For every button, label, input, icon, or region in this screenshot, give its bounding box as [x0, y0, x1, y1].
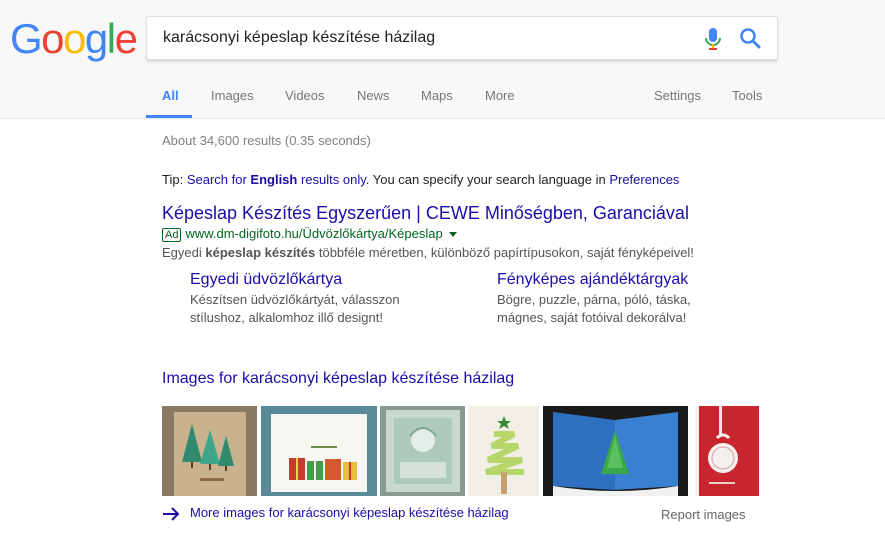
tab-tools[interactable]: Tools — [732, 88, 762, 103]
tip-prefix: Tip: — [162, 172, 187, 187]
tip-english: English — [250, 172, 298, 187]
ad-desc-bold: képeslap készítés — [205, 245, 316, 260]
sitelink-title[interactable]: Egyedi üdvözlőkártya — [190, 271, 450, 289]
logo-letter: e — [114, 15, 138, 62]
image-thumbnail[interactable] — [380, 406, 465, 496]
ad-url-text: www.dm-digifoto.hu/Üdvözlőkártya/Képesla… — [185, 226, 443, 241]
result-stats: About 34,600 results (0.35 seconds) — [162, 133, 371, 148]
tab-maps[interactable]: Maps — [421, 88, 453, 103]
active-tab-indicator — [146, 115, 192, 118]
header-bar: Google All Images Videos News Maps More … — [0, 0, 885, 119]
ad-badge: Ad — [162, 228, 182, 242]
ad-desc-prefix: Egyedi — [162, 245, 206, 260]
microphone-icon[interactable] — [703, 27, 723, 51]
sitelink: Egyedi üdvözlőkártya Készítsen üdvözlőká… — [190, 271, 450, 327]
sitelink-title[interactable]: Fényképes ajándéktárgyak — [497, 271, 757, 289]
ad-title-link[interactable]: Képeslap Készítés Egyszerűen | CEWE Minő… — [162, 203, 689, 224]
more-images-label: More images for karácsonyi képeslap kész… — [190, 505, 509, 520]
image-thumbnail[interactable] — [543, 406, 688, 496]
tip-results-only: results only — [297, 172, 366, 187]
logo-letter: g — [84, 15, 108, 62]
ad-desc-suffix: többféle méretben, különböző papírtípuso… — [315, 245, 694, 260]
logo-letter: o — [63, 15, 86, 62]
preferences-link[interactable]: Preferences — [609, 172, 679, 187]
sitelink: Fényképes ajándéktárgyak Bögre, puzzle, … — [497, 271, 757, 327]
tab-more[interactable]: More — [485, 88, 515, 103]
tip-suffix: . You can specify your search language i… — [365, 172, 610, 187]
ad-url: Ad www.dm-digifoto.hu/Üdvözlőkártya/Képes… — [162, 226, 457, 242]
image-thumbnail[interactable] — [261, 406, 377, 496]
image-thumbnail[interactable] — [468, 406, 539, 496]
arrow-right-icon — [163, 506, 180, 521]
sitelink-desc: Készítsen üdvözlőkártyát, válasszon stíl… — [190, 292, 400, 325]
more-images-link[interactable]: More images for karácsonyi képeslap kész… — [162, 505, 509, 521]
image-thumbnail[interactable] — [162, 406, 257, 496]
logo-letter: o — [41, 15, 64, 62]
logo-letter: G — [10, 15, 43, 62]
search-box[interactable] — [146, 16, 778, 60]
search-icon[interactable] — [739, 27, 761, 49]
tab-images[interactable]: Images — [211, 88, 254, 103]
search-input[interactable] — [163, 17, 693, 59]
google-logo[interactable]: Google — [10, 15, 138, 62]
tab-videos[interactable]: Videos — [285, 88, 325, 103]
report-images-link[interactable]: Report images — [661, 507, 746, 522]
search-tabs: All Images Videos News Maps More Setting… — [0, 82, 885, 119]
sitelink-desc: Bögre, puzzle, párna, póló, táska, mágne… — [497, 292, 691, 325]
tab-news[interactable]: News — [357, 88, 390, 103]
ad-description: Egyedi képeslap készítés többféle méretb… — [162, 245, 694, 260]
tip-search-for: Search for — [186, 172, 251, 187]
english-results-link[interactable]: Search for English results only — [187, 172, 366, 187]
tab-settings[interactable]: Settings — [654, 88, 701, 103]
image-thumbnail[interactable] — [695, 406, 759, 496]
logo-letter: l — [106, 15, 116, 62]
language-tip: Tip: Search for English results only. Yo… — [162, 172, 679, 187]
tab-all[interactable]: All — [162, 88, 179, 103]
images-section-header[interactable]: Images for karácsonyi képeslap készítése… — [162, 370, 514, 388]
ad-dropdown-caret-icon[interactable] — [448, 232, 457, 238]
